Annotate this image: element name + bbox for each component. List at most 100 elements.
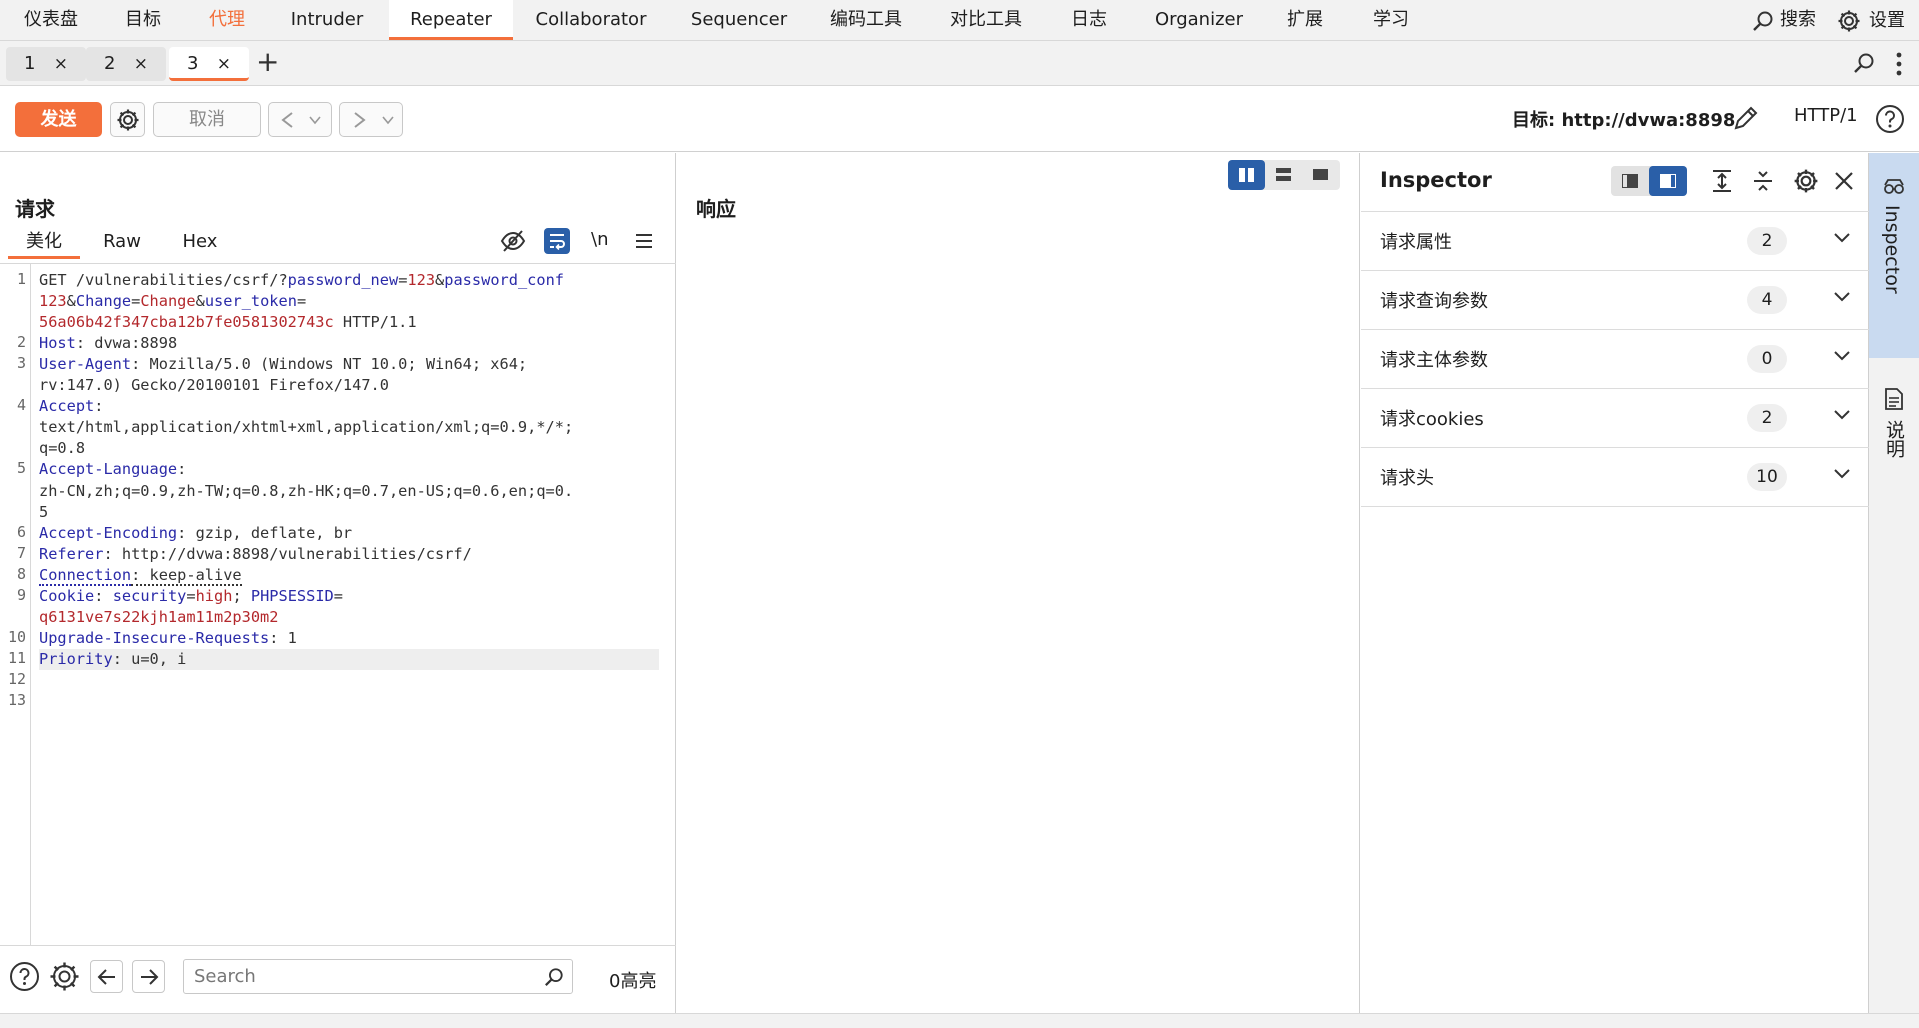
- search-next-button[interactable]: [132, 960, 165, 993]
- send-button[interactable]: 发送: [15, 102, 102, 137]
- search-prev-button[interactable]: [90, 960, 123, 993]
- layout-toggle-group: [1228, 160, 1340, 190]
- code-token: HTTP/1.1: [333, 313, 417, 332]
- code-token: =: [333, 586, 343, 605]
- code-token: Accept: [39, 397, 95, 416]
- close-icon[interactable]: ×: [54, 47, 68, 81]
- menu-organizer[interactable]: Organizer: [1148, 0, 1250, 40]
- inspector-row-headers[interactable]: 请求头 10: [1361, 448, 1869, 507]
- code-token: password_new: [287, 271, 399, 289]
- code-token: ;: [232, 586, 251, 605]
- newline-toggle[interactable]: \n: [591, 229, 608, 250]
- menu-intruder[interactable]: Intruder: [276, 0, 378, 40]
- collapse-all-icon[interactable]: [1752, 169, 1774, 193]
- tab-label: 1: [24, 53, 36, 74]
- menu-icon[interactable]: [635, 233, 653, 249]
- gear-icon: [1838, 10, 1860, 32]
- code-token: &: [66, 292, 76, 311]
- inspector-row-query-params[interactable]: 请求查询参数 4: [1361, 271, 1869, 330]
- menu-target[interactable]: 目标: [108, 0, 178, 40]
- word-wrap-toggle[interactable]: [544, 228, 570, 254]
- siderail-inspector-tab[interactable]: Inspector: [1869, 153, 1919, 358]
- count-badge: 2: [1747, 404, 1787, 432]
- menu-learn[interactable]: 学习: [1364, 0, 1418, 40]
- request-editor[interactable]: 1 2 3 4 5 6 7 8 9 10 11 12 13 GET /vulnerabilities/c…: [0, 263, 676, 946]
- gear-icon[interactable]: [1793, 168, 1819, 194]
- rows-icon: [1276, 168, 1291, 181]
- close-icon[interactable]: [1834, 171, 1854, 191]
- history-forward-button[interactable]: [339, 102, 403, 137]
- menu-collaborator[interactable]: Collaborator: [525, 0, 657, 40]
- inspector-row-body-params[interactable]: 请求主体参数 0: [1361, 330, 1869, 389]
- repeater-tab-2[interactable]: 2 ×: [86, 47, 166, 81]
- menu-dashboard[interactable]: 仪表盘: [10, 0, 92, 40]
- single-pane-icon: [1313, 169, 1328, 180]
- code-token: :: [177, 460, 187, 479]
- menu-decoder[interactable]: 编码工具: [820, 0, 912, 40]
- request-toolbar: 发送 取消 目标: http://dvwa:8898 HTTP/1: [0, 87, 1919, 152]
- help-icon[interactable]: [1875, 104, 1905, 134]
- layout-single-button[interactable]: [1302, 160, 1339, 190]
- code-line: Cookie: security=high; PHPSESSID=: [39, 586, 659, 607]
- close-icon[interactable]: ×: [134, 47, 148, 81]
- menu-comparer[interactable]: 对比工具: [940, 0, 1032, 40]
- code-line: Referer: http://dvwa:8898/vulnerabilitie…: [39, 544, 659, 565]
- eye-off-icon[interactable]: [500, 229, 526, 253]
- close-icon[interactable]: ×: [217, 47, 231, 81]
- target-label[interactable]: 目标: http://dvwa:8898: [1512, 106, 1735, 132]
- code-token: security: [112, 586, 187, 605]
- code-line: Connection: keep-alive: [39, 565, 659, 586]
- repeater-tab-1[interactable]: 1 ×: [6, 47, 86, 81]
- main-menu-bar: 仪表盘 目标 代理 Intruder Repeater Collaborator…: [0, 0, 1919, 41]
- menu-extensions[interactable]: 扩展: [1278, 0, 1332, 40]
- tab-pretty[interactable]: 美化: [8, 225, 80, 259]
- inspector-layout-right-button[interactable]: [1649, 166, 1687, 196]
- tab-hex[interactable]: Hex: [172, 225, 228, 259]
- code-token: :: [94, 397, 104, 416]
- inspector-row-request-attributes[interactable]: 请求属性 2: [1361, 212, 1869, 271]
- search-input[interactable]: Search: [183, 959, 573, 994]
- arrow-right-icon: [141, 969, 159, 985]
- pencil-icon[interactable]: [1732, 104, 1760, 132]
- code-token: Upgrade-Insecure-Requests: [39, 628, 270, 647]
- code-token: q6131ve7s22kjh1am11m2p30m2: [39, 607, 279, 626]
- repeater-tab-3[interactable]: 3 ×: [169, 47, 249, 81]
- request-title: 请求: [15, 197, 55, 221]
- layout-stacked-button[interactable]: [1265, 160, 1302, 190]
- gear-icon: [117, 109, 138, 131]
- cancel-button[interactable]: 取消: [153, 102, 261, 137]
- code-token: =: [186, 586, 196, 605]
- gear-icon[interactable]: [48, 960, 81, 993]
- history-back-button[interactable]: [268, 102, 332, 137]
- layout-side-by-side-button[interactable]: [1228, 160, 1265, 190]
- inspector-layout-toggle: [1611, 166, 1687, 196]
- code-line: Host: dvwa:8898: [39, 333, 659, 354]
- send-settings-button[interactable]: [110, 102, 145, 137]
- search-icon: [545, 968, 563, 986]
- inspector-layout-left-button[interactable]: [1611, 166, 1649, 196]
- menu-sequencer[interactable]: Sequencer: [680, 0, 798, 40]
- response-title: 响应: [696, 197, 736, 221]
- http-version-selector[interactable]: HTTP/1: [1794, 105, 1858, 126]
- menu-repeater[interactable]: Repeater: [389, 0, 513, 40]
- code-token: 123: [39, 292, 67, 311]
- tab-label: 2: [104, 53, 116, 74]
- tab-raw[interactable]: Raw: [94, 225, 150, 259]
- inspector-row-cookies[interactable]: 请求cookies 2: [1361, 389, 1869, 448]
- code-token: password_conf: [444, 271, 564, 289]
- add-tab-button[interactable]: +: [256, 45, 279, 79]
- menu-logger[interactable]: 日志: [1062, 0, 1116, 40]
- code-token: PHPSESSID: [250, 586, 334, 605]
- wrap-icon: [550, 234, 565, 250]
- more-vertical-icon[interactable]: [1895, 51, 1903, 77]
- help-icon[interactable]: [8, 960, 41, 993]
- line-number: 9: [16, 585, 26, 604]
- tab-search-icon[interactable]: [1853, 52, 1875, 74]
- menu-proxy[interactable]: 代理: [192, 0, 262, 40]
- panel-right-icon: [1660, 174, 1676, 188]
- code-line: Accept-Language:: [39, 459, 659, 480]
- expand-all-icon[interactable]: [1711, 169, 1733, 193]
- siderail-notes-tab[interactable]: 说明: [1869, 358, 1919, 518]
- code-line: 56a06b42f347cba12b7fe0581302743c HTTP/1.…: [39, 312, 659, 333]
- code-line: text/html,application/xhtml+xml,applicat…: [39, 417, 659, 438]
